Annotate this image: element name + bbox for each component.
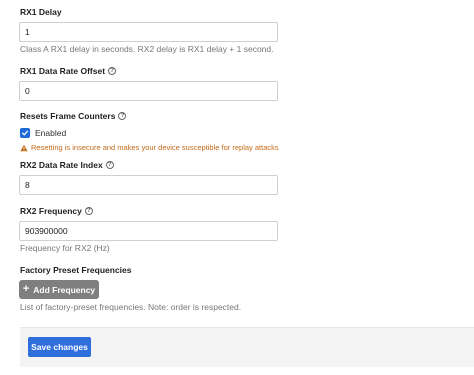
resets-frame-counters-checkbox-row[interactable]: Enabled <box>20 128 66 138</box>
rx2-dr-index-label: RX2 Data Rate Index ? <box>20 160 114 170</box>
help-icon[interactable]: ? <box>108 67 117 75</box>
checkbox-checked-icon[interactable] <box>20 128 30 138</box>
rx1-dr-offset-label: RX1 Data Rate Offset ? <box>20 66 117 76</box>
rx1-delay-label: RX1 Delay <box>20 7 62 17</box>
checkbox-label: Enabled <box>35 128 67 138</box>
help-icon[interactable]: ? <box>118 112 127 120</box>
warning-text: Resetting is insecure and makes your dev… <box>31 143 279 152</box>
save-changes-button[interactable]: Save changes <box>28 337 91 357</box>
help-icon[interactable]: ? <box>84 207 93 215</box>
plus-icon: + <box>22 283 30 295</box>
factory-preset-description: List of factory-preset frequencies. Note… <box>20 302 242 312</box>
warning-icon <box>20 144 28 151</box>
rx2-frequency-input[interactable] <box>19 221 278 241</box>
factory-preset-label: Factory Preset Frequencies <box>20 265 132 275</box>
rx2-frequency-description: Frequency for RX2 (Hz) <box>20 243 110 253</box>
rx2-frequency-label: RX2 Frequency ? <box>20 206 93 216</box>
rx1-delay-input[interactable] <box>19 22 278 42</box>
add-frequency-button[interactable]: + Add Frequency <box>19 280 99 299</box>
rx1-dr-offset-input[interactable] <box>19 81 278 101</box>
rx2-dr-index-input[interactable] <box>19 175 278 195</box>
resets-frame-counters-label: Resets Frame Counters ? <box>20 111 127 121</box>
help-icon[interactable]: ? <box>105 161 114 169</box>
rx1-delay-description: Class A RX1 delay in seconds. RX2 delay … <box>20 44 274 54</box>
form-footer: Save changes <box>20 327 474 367</box>
replay-warning: Resetting is insecure and makes your dev… <box>20 143 279 152</box>
